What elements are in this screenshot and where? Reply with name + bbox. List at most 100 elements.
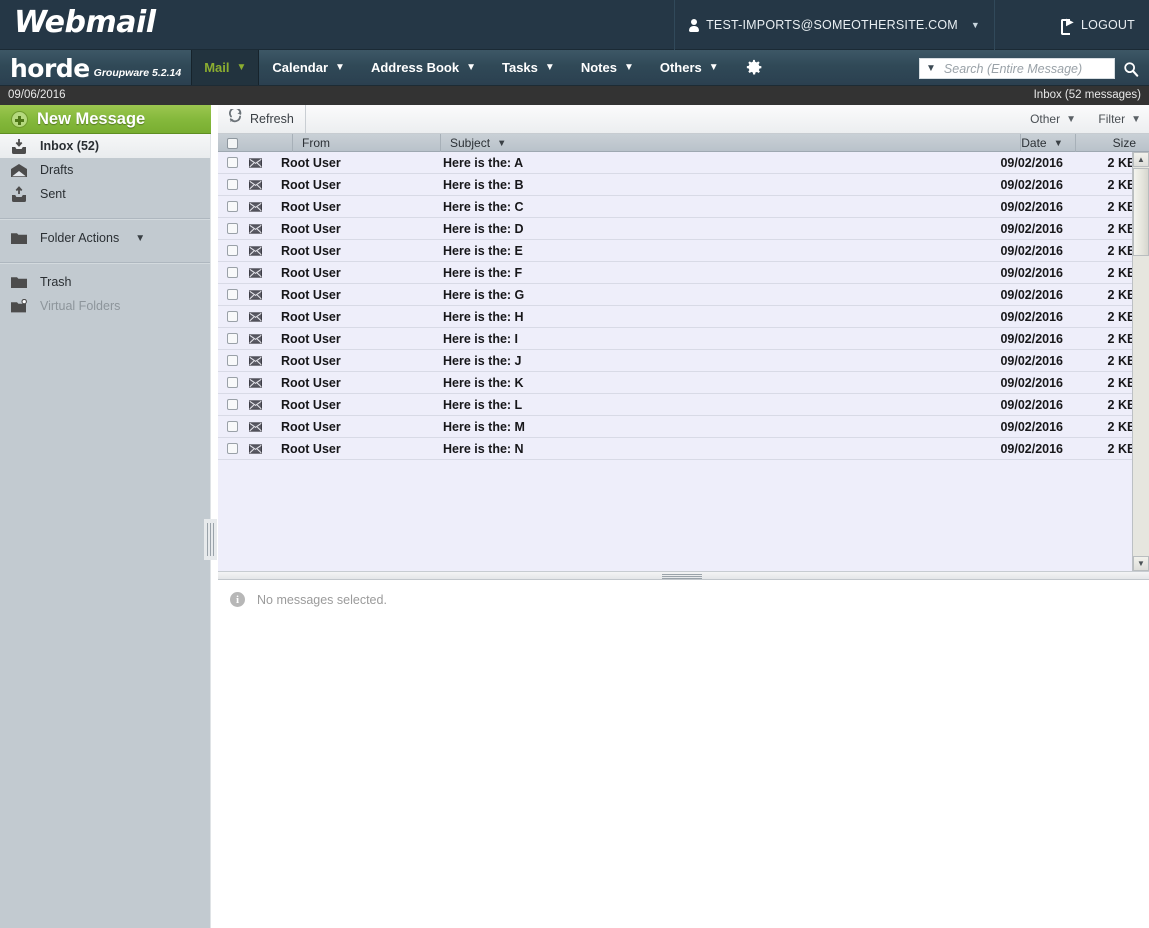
column-header-size[interactable]: Size [1075, 134, 1149, 152]
table-row[interactable]: Root UserHere is the: J09/02/20162 KB [218, 350, 1149, 372]
row-checkbox[interactable] [218, 399, 246, 410]
row-checkbox[interactable] [218, 201, 246, 212]
row-checkbox[interactable] [218, 157, 246, 168]
unread-envelope-icon[interactable] [246, 224, 272, 234]
row-checkbox[interactable] [218, 245, 246, 256]
sidebar-group-special: Trash Virtual Folders [0, 263, 210, 324]
table-row[interactable]: Root UserHere is the: B09/02/20162 KB [218, 174, 1149, 196]
row-checkbox[interactable] [218, 421, 246, 432]
row-checkbox[interactable] [218, 267, 246, 278]
account-menu-button[interactable]: TEST-IMPORTS@SOMEOTHERSITE.COM ▼ [674, 0, 995, 50]
row-subject: Here is the: D [434, 222, 955, 236]
table-row[interactable]: Root UserHere is the: G09/02/20162 KB [218, 284, 1149, 306]
table-row[interactable]: Root UserHere is the: I09/02/20162 KB [218, 328, 1149, 350]
splitter-grip[interactable] [662, 574, 702, 579]
nav-item-label: Tasks [502, 60, 538, 75]
unread-envelope-icon[interactable] [246, 202, 272, 212]
chevron-down-icon[interactable]: ▼ [135, 233, 145, 244]
main-navigation-bar: horde Groupware 5.2.14 Mail ▼ Calendar ▼… [0, 50, 1149, 86]
sidebar-group-actions: Folder Actions ▼ [0, 219, 210, 256]
row-checkbox[interactable] [218, 377, 246, 388]
table-row[interactable]: Root UserHere is the: K09/02/20162 KB [218, 372, 1149, 394]
unread-envelope-icon[interactable] [246, 400, 272, 410]
unread-envelope-icon[interactable] [246, 356, 272, 366]
row-checkbox[interactable] [218, 443, 246, 454]
column-header-date[interactable]: Date ▼ [1020, 134, 1075, 152]
filter-label: Filter [1098, 112, 1125, 126]
row-checkbox[interactable] [218, 311, 246, 322]
sidebar-item-trash[interactable]: Trash [0, 270, 210, 294]
table-row[interactable]: Root UserHere is the: A09/02/20162 KB [218, 152, 1149, 174]
sidebar-item-drafts[interactable]: Drafts [0, 158, 210, 182]
row-subject: Here is the: A [434, 156, 955, 170]
nav-item-calendar[interactable]: Calendar ▼ [259, 50, 358, 85]
sidebar-item-label: Drafts [40, 163, 73, 177]
table-row[interactable]: Root UserHere is the: C09/02/20162 KB [218, 196, 1149, 218]
unread-envelope-icon[interactable] [246, 268, 272, 278]
unread-envelope-icon[interactable] [246, 334, 272, 344]
unread-envelope-icon[interactable] [246, 290, 272, 300]
new-message-label: New Message [37, 110, 145, 129]
row-date: 09/02/2016 [955, 200, 1075, 214]
sidebar-item-virtual-folders[interactable]: Virtual Folders [0, 294, 210, 318]
column-header-subject[interactable]: Subject ▼ [440, 134, 506, 152]
unread-envelope-icon[interactable] [246, 312, 272, 322]
column-header-from[interactable]: From [292, 134, 330, 152]
sidebar-resize-handle[interactable] [204, 519, 217, 560]
nav-item-others[interactable]: Others ▼ [647, 50, 732, 85]
scroll-up-button[interactable]: ▲ [1133, 152, 1149, 167]
row-checkbox[interactable] [218, 179, 246, 190]
search-scope-dropdown-icon[interactable]: ▼ [926, 63, 936, 74]
refresh-button[interactable]: Refresh [218, 105, 306, 133]
scroll-down-button[interactable]: ▼ [1133, 556, 1149, 571]
sidebar-item-label: Sent [40, 187, 66, 201]
row-subject: Here is the: C [434, 200, 955, 214]
horde-wordmark: horde [10, 56, 90, 81]
search-field-wrapper[interactable]: ▼ [919, 58, 1115, 79]
no-message-selected-text: No messages selected. [257, 593, 387, 607]
row-checkbox[interactable] [218, 289, 246, 300]
search-input[interactable] [942, 59, 1108, 78]
unread-envelope-icon[interactable] [246, 444, 272, 454]
table-row[interactable]: Root UserHere is the: F09/02/20162 KB [218, 262, 1149, 284]
new-message-button[interactable]: New Message [0, 105, 211, 134]
nav-item-tasks[interactable]: Tasks ▼ [489, 50, 568, 85]
nav-item-notes[interactable]: Notes ▼ [568, 50, 647, 85]
table-row[interactable]: Root UserHere is the: H09/02/20162 KB [218, 306, 1149, 328]
sidebar-item-inbox[interactable]: Inbox (52) [0, 134, 210, 158]
nav-item-mail[interactable]: Mail ▼ [191, 50, 259, 85]
table-row[interactable]: Root UserHere is the: N09/02/20162 KB [218, 438, 1149, 460]
select-all-checkbox[interactable] [218, 134, 246, 152]
search-button[interactable] [1121, 58, 1141, 79]
table-row[interactable]: Root UserHere is the: M09/02/20162 KB [218, 416, 1149, 438]
table-row[interactable]: Root UserHere is the: D09/02/20162 KB [218, 218, 1149, 240]
filter-menu-button[interactable]: Filter ▼ [1098, 105, 1141, 133]
settings-button[interactable] [732, 50, 775, 85]
sidebar-item-folder-actions[interactable]: Folder Actions ▼ [0, 226, 210, 250]
unread-envelope-icon[interactable] [246, 422, 272, 432]
sort-descending-icon: ▼ [497, 138, 506, 149]
info-icon: i [230, 592, 245, 607]
other-menu-button[interactable]: Other ▼ [1030, 105, 1076, 133]
table-row[interactable]: Root UserHere is the: L09/02/20162 KB [218, 394, 1149, 416]
row-date: 09/02/2016 [955, 288, 1075, 302]
message-list[interactable]: Root UserHere is the: A09/02/20162 KBRoo… [218, 152, 1149, 571]
nav-item-address-book[interactable]: Address Book ▼ [358, 50, 489, 85]
scrollbar-thumb[interactable] [1133, 168, 1149, 256]
sidebar: New Message Inbox (52) Drafts [0, 105, 211, 928]
unread-envelope-icon[interactable] [246, 180, 272, 190]
row-checkbox[interactable] [218, 223, 246, 234]
webmail-logo: Webmail [14, 5, 156, 40]
row-checkbox[interactable] [218, 333, 246, 344]
logout-button[interactable]: LOGOUT [1047, 0, 1149, 50]
row-from: Root User [272, 156, 434, 170]
checkbox-icon [227, 138, 238, 149]
sidebar-item-sent[interactable]: Sent [0, 182, 210, 206]
unread-envelope-icon[interactable] [246, 158, 272, 168]
table-row[interactable]: Root UserHere is the: E09/02/20162 KB [218, 240, 1149, 262]
list-preview-splitter[interactable] [218, 571, 1149, 580]
message-list-scrollbar[interactable]: ▲ ▼ [1132, 152, 1149, 571]
row-checkbox[interactable] [218, 355, 246, 366]
unread-envelope-icon[interactable] [246, 378, 272, 388]
unread-envelope-icon[interactable] [246, 246, 272, 256]
